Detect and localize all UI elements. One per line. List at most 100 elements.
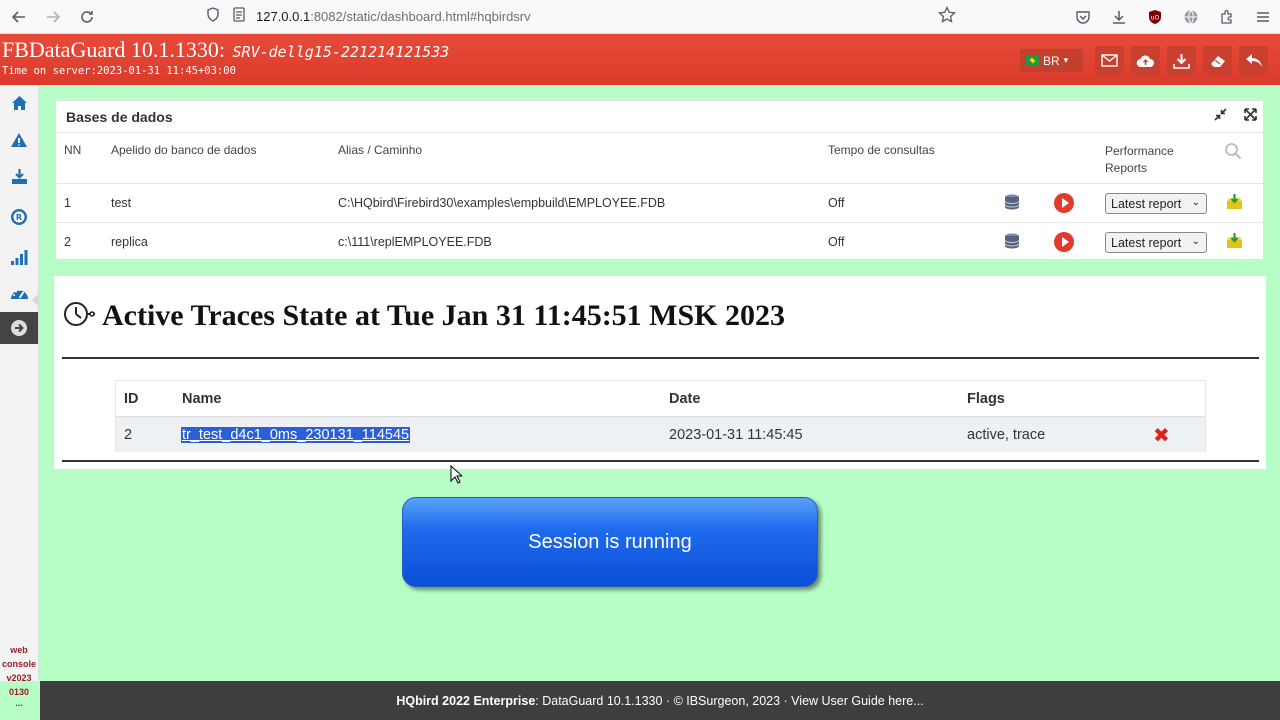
cell-nickname: replica	[111, 235, 148, 249]
cell-query-time: Off	[828, 196, 845, 210]
session-label: Session is running	[528, 530, 692, 553]
delete-trace-icon[interactable]: ✖	[1153, 423, 1170, 448]
column-header-nickname: Apelido do banco de dados	[111, 143, 257, 157]
ublock-icon[interactable]: uO	[1144, 6, 1166, 28]
download-button[interactable]	[1167, 46, 1196, 75]
bookmark-star-icon[interactable]	[938, 5, 956, 29]
forward-icon[interactable]	[38, 2, 68, 32]
mail-button[interactable]	[1095, 46, 1124, 75]
traces-table: ID Name Date Flags 2 tr_test_d4c1_0ms_23…	[115, 380, 1206, 452]
shield-icon	[206, 7, 220, 25]
eraser-icon	[1210, 55, 1225, 67]
app-header: FBDataGuard 10.1.1330: SRV-dellg15-22121…	[0, 34, 1280, 85]
upload-button[interactable]	[1131, 46, 1160, 75]
download-icon	[1173, 53, 1190, 69]
webconsole-line: 0130	[8, 687, 30, 697]
download-tray-icon	[11, 168, 27, 184]
report-select-value: Latest report	[1111, 235, 1182, 250]
sidebar-item-backups[interactable]	[0, 161, 38, 191]
arrow-right-circle-icon	[11, 320, 27, 336]
column-header-date: Date	[669, 391, 701, 407]
back-button[interactable]	[1239, 46, 1268, 75]
mouse-cursor-icon	[450, 465, 462, 484]
eraser-button[interactable]	[1203, 46, 1232, 75]
web-console-version[interactable]: web console v2023 0130 ...	[0, 643, 38, 708]
column-header-query-time: Tempo de consultas	[828, 143, 935, 157]
webconsole-line: web	[10, 645, 28, 655]
download-report-icon[interactable]	[1226, 194, 1243, 210]
sidebar-item-alerts[interactable]	[0, 125, 38, 155]
report-select[interactable]: Latest report ⌄	[1105, 232, 1207, 253]
warning-icon	[11, 133, 27, 147]
divider	[62, 357, 1259, 359]
server-name: SRV-dellg15-221214121533	[232, 43, 450, 61]
databases-panel: Bases de dados NN Apelido do banco de da…	[55, 100, 1264, 260]
header-line: Performance	[1105, 144, 1174, 158]
pocket-icon[interactable]	[1072, 6, 1094, 28]
database-icon[interactable]	[1003, 194, 1021, 211]
play-icon[interactable]	[1054, 232, 1074, 252]
app-title: FBDataGuard 10.1.1330: SRV-dellg15-22121…	[2, 37, 449, 63]
sidebar-item-expand[interactable]	[0, 312, 38, 344]
chevron-down-icon: ▾	[1063, 55, 1069, 65]
url-path: :8082/static/dashboard.html#hqbirdsrv	[310, 8, 531, 24]
signal-bars-icon	[11, 249, 28, 265]
report-select-value: Latest report	[1111, 196, 1182, 211]
column-header-name: Name	[182, 391, 222, 407]
stopwatch-icon	[64, 302, 95, 326]
cell-name[interactable]: tr_test_d4c1_0ms_230131_114545	[181, 427, 411, 443]
search-icon[interactable]	[1224, 142, 1242, 165]
cell-date: 2023-01-31 11:45:45	[669, 427, 803, 443]
home-icon	[11, 96, 27, 110]
cell-nn: 2	[64, 235, 71, 249]
database-icon[interactable]	[1003, 233, 1021, 250]
back-icon[interactable]	[4, 2, 34, 32]
url-host: 127.0.0.1	[256, 8, 311, 24]
session-status-button[interactable]: Session is running	[402, 497, 818, 587]
menu-icon[interactable]	[1252, 6, 1274, 28]
footer-product: HQbird 2022 Enterprise	[396, 693, 536, 708]
cell-id: 2	[124, 427, 133, 443]
brazil-flag-icon	[1026, 56, 1039, 65]
table-row: 2 replica c:\111\replEMPLOYEE.FDB Off La…	[56, 222, 1263, 261]
report-select[interactable]: Latest report ⌄	[1105, 193, 1207, 214]
collapse-icon[interactable]	[1214, 108, 1227, 124]
url-bar[interactable]: 127.0.0.1:8082/static/dashboard.html#hqb…	[206, 3, 970, 29]
header-line: Reports	[1105, 161, 1148, 175]
play-icon[interactable]	[1054, 193, 1074, 213]
footer-text[interactable]: : DataGuard 10.1.1330 · © IBSurgeon, 202…	[535, 694, 923, 708]
extensions-icon[interactable]	[1216, 6, 1238, 28]
column-header-performance: Performance Reports	[1105, 143, 1174, 177]
table-row: 1 test C:\HQbird\Firebird30\examples\emp…	[56, 183, 1263, 222]
page-info-icon[interactable]	[232, 7, 246, 25]
column-header-nn: NN	[64, 143, 82, 157]
browser-toolbar: 127.0.0.1:8082/static/dashboard.html#hqb…	[0, 0, 1280, 34]
table-row: 2 tr_test_d4c1_0ms_230131_114545 2023-01…	[116, 416, 1205, 452]
download-report-icon[interactable]	[1226, 233, 1243, 249]
traces-panel: Active Traces State at Tue Jan 31 11:45:…	[54, 276, 1266, 469]
undo-icon	[1245, 54, 1262, 67]
cloud-upload-icon	[1136, 55, 1154, 67]
column-header-id: ID	[124, 391, 139, 407]
chevron-down-icon: ⌄	[1191, 236, 1200, 247]
downloads-icon[interactable]	[1108, 6, 1130, 28]
fullscreen-icon[interactable]	[1244, 108, 1257, 124]
gauge-icon	[10, 288, 28, 299]
cell-nn: 1	[64, 196, 71, 210]
svg-text:R: R	[16, 213, 22, 222]
replication-icon: R	[11, 209, 27, 225]
sidebar-item-performance[interactable]	[0, 242, 38, 272]
sidebar-item-home[interactable]	[0, 88, 38, 118]
language-select[interactable]: BR ▾	[1020, 49, 1083, 72]
sidebar: R web console v2023 0130 ...	[0, 85, 39, 708]
reload-icon[interactable]	[72, 2, 102, 32]
language-label: BR	[1043, 53, 1060, 68]
chevron-down-icon: ⌄	[1191, 197, 1200, 208]
sidebar-item-replication[interactable]: R	[0, 202, 38, 232]
cell-alias: C:\HQbird\Firebird30\examples\empbuild\E…	[338, 196, 666, 210]
divider	[56, 132, 1263, 133]
trace-name-selected: tr_test_d4c1_0ms_230131_114545	[181, 427, 411, 443]
cell-nickname: test	[111, 196, 132, 210]
globe-icon[interactable]	[1180, 6, 1202, 28]
webconsole-line: console	[1, 659, 36, 669]
